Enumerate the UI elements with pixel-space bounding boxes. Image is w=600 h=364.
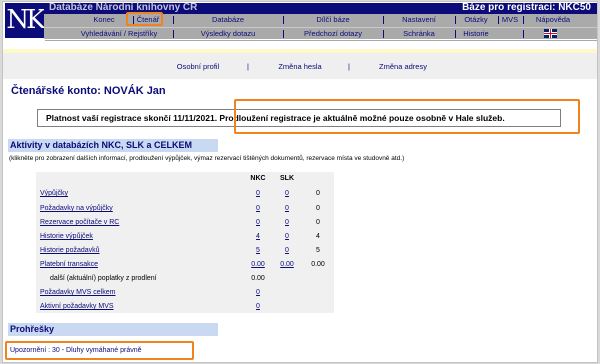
activities-table: NKC SLK Výpůjčky 0 0 0 Požadavky na výpů… [36, 172, 334, 313]
menu-otazky[interactable]: Otázky [464, 14, 487, 26]
violation-warning: Upozornění : 30 - Dluhy vymáhané právně [10, 347, 142, 354]
menu-dilci-baze[interactable]: Dílčí báze [316, 14, 349, 26]
cell-total: 0 [316, 190, 320, 197]
menu-nastaveni[interactable]: Nastavení [402, 14, 436, 26]
subnav-osobni-profil[interactable]: Osobní profil [177, 62, 220, 71]
row-label-rezervace[interactable]: Rezervace počítače v RC [40, 219, 119, 226]
menu-separator [383, 16, 384, 24]
cell-slk[interactable]: 0.00 [280, 261, 294, 268]
menu-separator [383, 30, 384, 38]
account-title: Čtenářské konto: NOVÁK Jan [11, 85, 166, 97]
menu-ctenar[interactable]: Čtenář [137, 14, 160, 26]
column-header-nkc: NKC [250, 175, 266, 182]
cell-nkc[interactable]: 0 [256, 289, 260, 296]
cell-total: 0.00 [311, 261, 325, 268]
menu-separator [498, 16, 499, 24]
subnav-separator: | [348, 62, 350, 71]
secondary-menu: Vyhledávání / Rejstříky Výsledky dotazu … [44, 27, 597, 39]
menu-mvs[interactable]: MVS [502, 14, 518, 26]
cell-slk[interactable]: 0 [285, 219, 289, 226]
cell-total: 0 [316, 219, 320, 226]
row-label-historie-pozadavku[interactable]: Historie požadavků [40, 247, 100, 254]
menu-separator [455, 30, 456, 38]
cell-slk[interactable]: 0 [285, 233, 289, 240]
cell-nkc[interactable]: 5 [256, 247, 260, 254]
column-header-slk: SLK [280, 175, 294, 182]
cell-total: 5 [316, 247, 320, 254]
menu-konec[interactable]: Konec [93, 14, 114, 26]
cell-nkc: 0.00 [251, 275, 265, 282]
row-label-poplatky: další (aktuální) poplatky z prodlení [50, 275, 157, 282]
browser-page: NK Databáze Národní knihovny ČR Báze pro… [2, 1, 598, 363]
cell-total: 4 [316, 233, 320, 240]
menu-napoveda[interactable]: Nápověda [536, 14, 570, 26]
uk-flag-icon[interactable] [544, 29, 557, 38]
menu-separator [283, 30, 284, 38]
row-label-historie-vypujcek[interactable]: Historie výpůjček [40, 233, 93, 240]
violations-title: Prohřešky [8, 323, 218, 336]
menu-separator [523, 30, 524, 38]
cell-slk[interactable]: 0 [285, 205, 289, 212]
base-label: Báze pro registraci: NKC50 [462, 2, 591, 13]
cell-nkc[interactable]: 0 [256, 219, 260, 226]
menu-separator [523, 16, 524, 24]
cell-nkc[interactable]: 0 [256, 190, 260, 197]
row-label-platebni-transakce[interactable]: Platební transakce [40, 261, 98, 268]
cell-nkc[interactable]: 0.00 [251, 261, 265, 268]
menu-databaze[interactable]: Databáze [212, 14, 244, 26]
row-label-pozadavky[interactable]: Požadavky na výpůjčky [40, 205, 113, 212]
top-bar: Databáze Národní knihovny ČR Báze pro re… [44, 2, 597, 14]
nk-logo[interactable]: NK [5, 3, 46, 38]
menu-separator [455, 16, 456, 24]
main-menu: Konec Čtenář Databáze Dílčí báze Nastave… [44, 14, 597, 27]
cell-total: 0 [316, 205, 320, 212]
menu-separator [173, 30, 174, 38]
menu-separator [283, 16, 284, 24]
cell-nkc[interactable]: 0 [256, 205, 260, 212]
subnav-zmena-hesla[interactable]: Změna hesla [278, 62, 321, 71]
cell-slk[interactable]: 0 [285, 190, 289, 197]
row-label-vypujcky[interactable]: Výpůjčky [40, 190, 68, 197]
activities-description: (klikněte pro zobrazení dalších informac… [9, 155, 405, 162]
cell-nkc[interactable]: 4 [256, 233, 260, 240]
cell-slk[interactable]: 0 [285, 247, 289, 254]
header-band [3, 39, 597, 49]
row-label-mvs-celkem[interactable]: Požadavky MVS celkem [40, 289, 115, 296]
row-label-mvs-aktivni[interactable]: Aktivní požadavky MVS [40, 303, 114, 310]
subnav-zmena-adresy[interactable]: Změna adresy [379, 62, 427, 71]
menu-separator [133, 16, 134, 24]
menu-separator [173, 16, 174, 24]
activities-title: Aktivity v databázích NKC, SLK a CELKEM [8, 139, 218, 152]
profile-subnav: Osobní profil | Změna hesla | Změna adre… [3, 53, 597, 79]
subnav-separator: | [247, 62, 249, 71]
registration-notice: Platnost vaší registrace skončí 11/11/20… [37, 109, 561, 127]
cell-nkc[interactable]: 0 [256, 303, 260, 310]
library-title: Databáze Národní knihovny ČR [49, 2, 198, 13]
